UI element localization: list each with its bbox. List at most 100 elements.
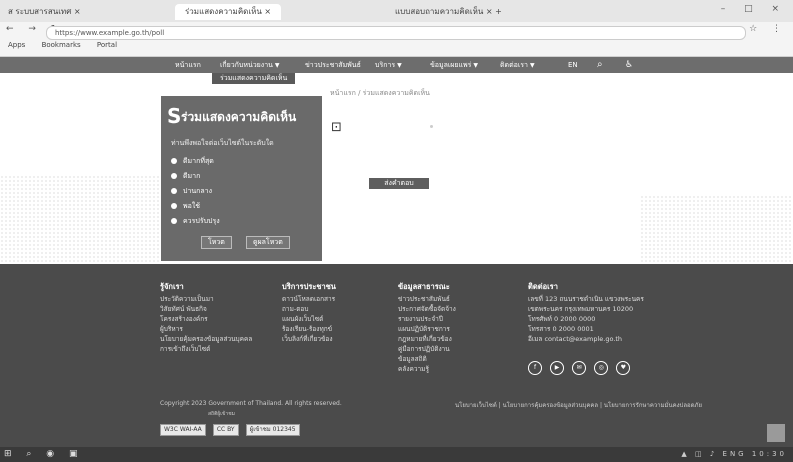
system-tray[interactable]: ▲ ◫ ♪ ENG 10:30 <box>681 450 787 458</box>
taskbar-apps-icon[interactable]: ⊞ ⌕ ◉ ▣ <box>4 449 84 459</box>
tab-strip: ส ระบบสารสนเทศ × ร่วมแสดงความคิดเห็น × แ… <box>0 0 793 22</box>
nav-label: ข่าวประชาสัมพันธ์ <box>305 61 361 69</box>
nav-item-language[interactable]: EN <box>568 57 578 73</box>
accessibility-icon[interactable]: ♿ <box>625 57 633 73</box>
w3c-badge[interactable]: W3C WAI-AA <box>160 424 206 436</box>
footer-column-public-info: ข้อมูลสาธารณะ ข่าวประชาสัมพันธ์ ประกาศจั… <box>398 282 456 374</box>
bookmark-item[interactable]: Portal <box>97 41 117 49</box>
bookmark-item[interactable]: Bookmarks <box>42 41 81 49</box>
footer-link[interactable]: ร้องเรียน-ร้องทุกข์ <box>282 324 336 334</box>
radio-icon[interactable] <box>171 203 177 209</box>
site-footer: รู้จักเรา ประวัติความเป็นมา วิสัยทัศน์ พ… <box>0 264 793 447</box>
footer-link[interactable]: คลังความรู้ <box>398 364 456 374</box>
cc-badge[interactable]: CC BY <box>212 424 239 436</box>
radio-icon[interactable] <box>171 158 177 164</box>
nav-item-news[interactable]: ข่าวประชาสัมพันธ์ <box>305 57 361 73</box>
contact-line: โทรศัพท์ 0 2000 0000 <box>528 315 596 323</box>
facebook-icon[interactable]: f <box>528 361 542 375</box>
radio-icon[interactable] <box>171 218 177 224</box>
footer-heading: รู้จักเรา <box>160 282 184 291</box>
footer-link[interactable]: ผู้บริหาร <box>160 324 252 334</box>
footer-link[interactable]: แผนปฏิบัติราชการ <box>398 324 456 334</box>
visitor-counter: ผู้เข้าชม 012345 <box>245 424 300 436</box>
youtube-icon[interactable]: ▶ <box>550 361 565 375</box>
footer-link[interactable]: โครงสร้างองค์กร <box>160 314 252 324</box>
contact-line: เลขที่ 123 ถนนราชดำเนิน แขวงพระนคร <box>528 295 644 303</box>
bookmark-item[interactable]: Apps <box>8 41 25 49</box>
browser-tab-2[interactable]: ร่วมแสดงความคิดเห็น × <box>175 4 282 20</box>
loading-dot <box>430 125 433 128</box>
chevron-down-icon: ▼ <box>529 62 535 69</box>
os-taskbar: ⊞ ⌕ ◉ ▣ ▲ ◫ ♪ ENG 10:30 <box>0 447 793 462</box>
poll-option[interactable]: ปานกลาง <box>171 186 212 197</box>
heart-icon[interactable]: ♥ <box>616 361 631 375</box>
footer-link[interactable]: คู่มือการปฏิบัติงาน <box>398 344 456 354</box>
footer-column-services: บริการประชาชน ดาวน์โหลดเอกสาร ถาม-ตอบ แผ… <box>282 282 336 344</box>
browser-tab-3[interactable]: แบบสอบถามความคิดเห็น × + <box>395 4 502 20</box>
poll-option-label: ดีมาก <box>183 172 201 180</box>
broken-image-icon: ⊡ <box>331 120 342 135</box>
view-results-button[interactable]: ดูผลโหวต <box>246 236 290 249</box>
poll-option-label: พอใช้ <box>183 202 200 210</box>
browser-tab-1[interactable]: ส ระบบสารสนเทศ × <box>8 4 81 20</box>
url-input[interactable]: https://www.example.go.th/poll <box>46 26 746 40</box>
footer-link[interactable]: แผนผังเว็บไซต์ <box>282 314 336 324</box>
bookmarks-bar: Apps Bookmarks Portal <box>8 41 131 49</box>
site-navbar: หน้าแรก เกี่ยวกับหน่วยงาน ▼ ข่าวประชาสัมพ… <box>0 57 793 73</box>
footer-link[interactable]: ข้อมูลสถิติ <box>398 354 456 364</box>
poll-option-label: ดีมากที่สุด <box>183 157 214 165</box>
footer-heading: บริการประชาชน <box>282 282 336 291</box>
nav-dropdown-item[interactable]: ร่วมแสดงความคิดเห็น <box>212 73 296 84</box>
footer-link[interactable]: เว็บลิงก์ที่เกี่ยวข้อง <box>282 334 336 344</box>
nav-item-home[interactable]: หน้าแรก <box>175 57 201 73</box>
poll-option[interactable]: ควรปรับปรุง <box>171 216 220 227</box>
contact-line[interactable]: อีเมล contact@example.go.th <box>528 334 644 344</box>
instagram-icon[interactable]: ◎ <box>594 361 609 375</box>
poll-option[interactable]: พอใช้ <box>171 201 200 212</box>
vote-button[interactable]: โหวต <box>201 236 232 249</box>
browser-chrome: ส ระบบสารสนเทศ × ร่วมแสดงความคิดเห็น × แ… <box>0 0 793 57</box>
extensions-icon[interactable]: ☆ ⋮ <box>749 24 787 34</box>
footer-heading: ข้อมูลสาธารณะ <box>398 282 450 291</box>
footer-link[interactable]: วิสัยทัศน์ พันธกิจ <box>160 304 252 314</box>
nav-item-publications[interactable]: ข้อมูลเผยแพร่ ▼ <box>430 57 478 73</box>
footer-link[interactable]: รายงานประจำปี <box>398 314 456 324</box>
window-controls[interactable]: – □ × <box>721 4 787 14</box>
footer-link[interactable]: กฎหมายที่เกี่ยวข้อง <box>398 334 456 344</box>
footer-link[interactable]: ดาวน์โหลดเอกสาร <box>282 294 336 304</box>
footer-link[interactable]: ประวัติความเป็นมา <box>160 294 252 304</box>
search-icon[interactable]: ⌕ <box>597 57 603 73</box>
poll-title: ร่วมแสดงความคิดเห็น <box>181 110 297 124</box>
radio-icon[interactable] <box>171 173 177 179</box>
chevron-down-icon: ▼ <box>397 62 402 69</box>
chevron-down-icon: ▼ <box>473 62 478 69</box>
nav-label: EN <box>568 61 578 69</box>
nav-label: ข้อมูลเผยแพร่ <box>430 61 472 69</box>
nav-item-contact[interactable]: ติดต่อเรา ▼ <box>500 57 535 73</box>
poll-option[interactable]: ดีมากที่สุด <box>171 156 214 167</box>
nav-item-about[interactable]: เกี่ยวกับหน่วยงาน ▼ <box>220 57 280 73</box>
chevron-down-icon: ▼ <box>274 62 280 69</box>
poll-logo: S <box>167 104 182 128</box>
nav-label: บริการ <box>375 61 396 69</box>
contact-line: เขตพระนคร กรุงเทพมหานคร 10200 <box>528 305 634 313</box>
poll-option-label: ควรปรับปรุง <box>183 217 220 225</box>
footer-link[interactable]: นโยบายคุ้มครองข้อมูลส่วนบุคคล <box>160 334 252 344</box>
submit-button[interactable]: ส่งคำตอบ <box>369 178 429 189</box>
footer-link[interactable]: ประกาศจัดซื้อจัดจ้าง <box>398 304 456 314</box>
scroll-to-top-button[interactable] <box>767 424 785 442</box>
nav-label: ติดต่อเรา <box>500 61 528 69</box>
footer-link[interactable]: การเข้าถึงเว็บไซต์ <box>160 344 252 354</box>
poll-option[interactable]: ดีมาก <box>171 171 200 182</box>
footer-column-about: รู้จักเรา ประวัติความเป็นมา วิสัยทัศน์ พ… <box>160 282 252 354</box>
poll-box: S ร่วมแสดงความคิดเห็น ท่านพึงพอใจต่อเว็บ… <box>161 96 322 261</box>
decorative-pattern-left <box>0 175 160 265</box>
footer-column-contact: ติดต่อเรา เลขที่ 123 ถนนราชดำเนิน แขวงพร… <box>528 282 644 344</box>
legal-links[interactable]: นโยบายเว็บไซต์ | นโยบายการคุ้มครองข้อมูล… <box>455 400 702 410</box>
email-icon[interactable]: ✉ <box>572 361 587 375</box>
radio-icon[interactable] <box>171 188 177 194</box>
nav-label: หน้าแรก <box>175 61 201 69</box>
footer-link[interactable]: ถาม-ตอบ <box>282 304 336 314</box>
nav-item-services[interactable]: บริการ ▼ <box>375 57 402 73</box>
footer-link[interactable]: ข่าวประชาสัมพันธ์ <box>398 294 456 304</box>
